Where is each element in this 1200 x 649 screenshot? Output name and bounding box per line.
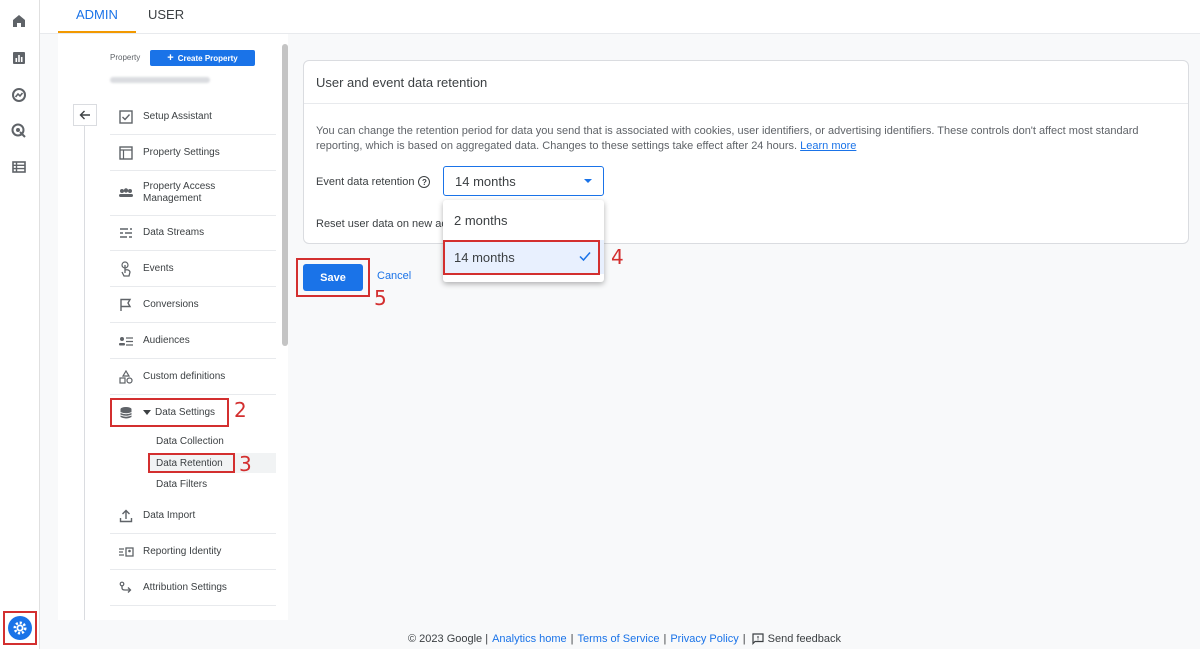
people-icon [117, 184, 135, 202]
window-icon [117, 144, 135, 162]
tab-user[interactable]: USER [130, 0, 202, 33]
upload-icon [117, 507, 135, 525]
nav-item-data-streams[interactable]: Data Streams [110, 216, 276, 251]
nav-item-custom-definitions[interactable]: Custom definitions [110, 359, 276, 395]
tab-admin[interactable]: ADMIN [58, 0, 136, 33]
feedback-label: Send feedback [767, 633, 842, 645]
nav-item-attribution-settings[interactable]: Attribution Settings [110, 570, 276, 606]
separator: | [570, 633, 574, 645]
annotation-box-data-retention [148, 453, 235, 473]
nav-item-property-settings[interactable]: Property Settings [110, 135, 276, 171]
card-divider [304, 103, 1188, 104]
explore-icon[interactable] [9, 85, 29, 105]
data-retention-card: User and event data retention You can ch… [303, 60, 1189, 244]
back-button[interactable] [73, 104, 97, 126]
checkbox-icon [117, 108, 135, 126]
step-2-label: 2 [234, 398, 247, 422]
nav-item-label: Property Settings [143, 146, 220, 158]
description-text: You can change the retention period for … [316, 125, 1139, 152]
list-icon[interactable] [9, 157, 29, 177]
gear-icon [8, 616, 32, 640]
copyright-text: © 2023 Google | [408, 633, 489, 645]
nav-item-reporting-identity[interactable]: Reporting Identity [110, 534, 276, 570]
annotation-box-data-settings [110, 398, 229, 427]
nav-item-audiences[interactable]: Audiences [110, 323, 276, 359]
admin-gear-button[interactable] [3, 611, 37, 645]
dropdown-arrow-icon [584, 179, 592, 183]
reports-icon[interactable] [9, 48, 29, 68]
event-retention-label: Event data retention ? [316, 176, 431, 188]
nav-scrollbar[interactable] [282, 44, 288, 346]
send-feedback-button[interactable]: Send feedback [752, 633, 841, 645]
nav-tree-line [84, 126, 85, 620]
analytics-home-link[interactable]: Analytics home [492, 633, 567, 645]
nav-item-label: Custom definitions [143, 370, 226, 382]
nav-item-label: Setup Assistant [143, 110, 212, 122]
footer-links: © 2023 Google | Analytics home | Terms o… [408, 633, 841, 645]
create-property-button[interactable]: + Create Property [150, 50, 255, 66]
event-retention-text: Event data retention [316, 176, 415, 188]
flag-icon [117, 296, 135, 314]
nav-item-property-access[interactable]: Property Access Management [110, 171, 276, 216]
nav-item-data-import[interactable]: Data Import [110, 498, 276, 534]
property-name-redacted [110, 77, 210, 83]
event-retention-select[interactable]: 14 months [443, 166, 604, 196]
advertising-icon[interactable] [9, 121, 29, 141]
sub-item-data-collection[interactable]: Data Collection [156, 436, 224, 447]
card-description: You can change the retention period for … [316, 124, 1166, 154]
property-label: Property [110, 53, 141, 62]
touch-icon [117, 260, 135, 278]
annotation-box-14-months [443, 240, 600, 275]
plus-icon: + [167, 52, 174, 64]
top-tabs: ADMIN USER [40, 0, 1200, 34]
shapes-icon [117, 368, 135, 386]
separator: | [663, 633, 667, 645]
nav-item-label: Audiences [143, 334, 190, 346]
privacy-link[interactable]: Privacy Policy [670, 633, 738, 645]
nav-item-label: Reporting Identity [143, 545, 222, 557]
audience-icon [117, 332, 135, 350]
streams-icon [117, 224, 135, 242]
left-rail [0, 0, 40, 649]
nav-item-setup-assistant[interactable]: Setup Assistant [110, 99, 276, 135]
option-2-months[interactable]: 2 months [443, 203, 604, 237]
nav-item-label: Data Import [143, 509, 196, 521]
cancel-button[interactable]: Cancel [377, 270, 411, 282]
feedback-icon [752, 633, 764, 645]
nav-item-label: Conversions [143, 298, 199, 310]
home-icon[interactable] [9, 11, 29, 31]
separator: | [742, 633, 746, 645]
nav-item-events[interactable]: Events [110, 251, 276, 287]
select-value: 14 months [455, 173, 516, 189]
nav-item-label: Attribution Settings [143, 581, 227, 593]
nav-item-label: Property Access Management [143, 181, 216, 204]
create-property-label: Create Property [177, 53, 238, 63]
reset-user-data-label: Reset user data on new ac [316, 218, 447, 230]
nav-item-conversions[interactable]: Conversions [110, 287, 276, 323]
nav-item-label: Data Streams [143, 227, 205, 238]
step-3-label: 3 [239, 452, 252, 476]
step-5-label: 5 [374, 286, 387, 310]
footer: © 2023 Google | Analytics home | Terms o… [40, 620, 1200, 649]
card-title: User and event data retention [316, 75, 488, 90]
annotation-box-save [296, 258, 370, 297]
learn-more-link[interactable]: Learn more [800, 140, 856, 152]
sub-item-data-filters[interactable]: Data Filters [156, 479, 207, 490]
step-4-label: 4 [611, 245, 624, 269]
nav-item-label: Events [143, 262, 174, 274]
attribution-icon [117, 579, 135, 597]
arrow-left-icon [79, 110, 90, 120]
help-icon[interactable]: ? [418, 176, 431, 188]
identity-icon [117, 543, 135, 561]
terms-link[interactable]: Terms of Service [578, 633, 660, 645]
